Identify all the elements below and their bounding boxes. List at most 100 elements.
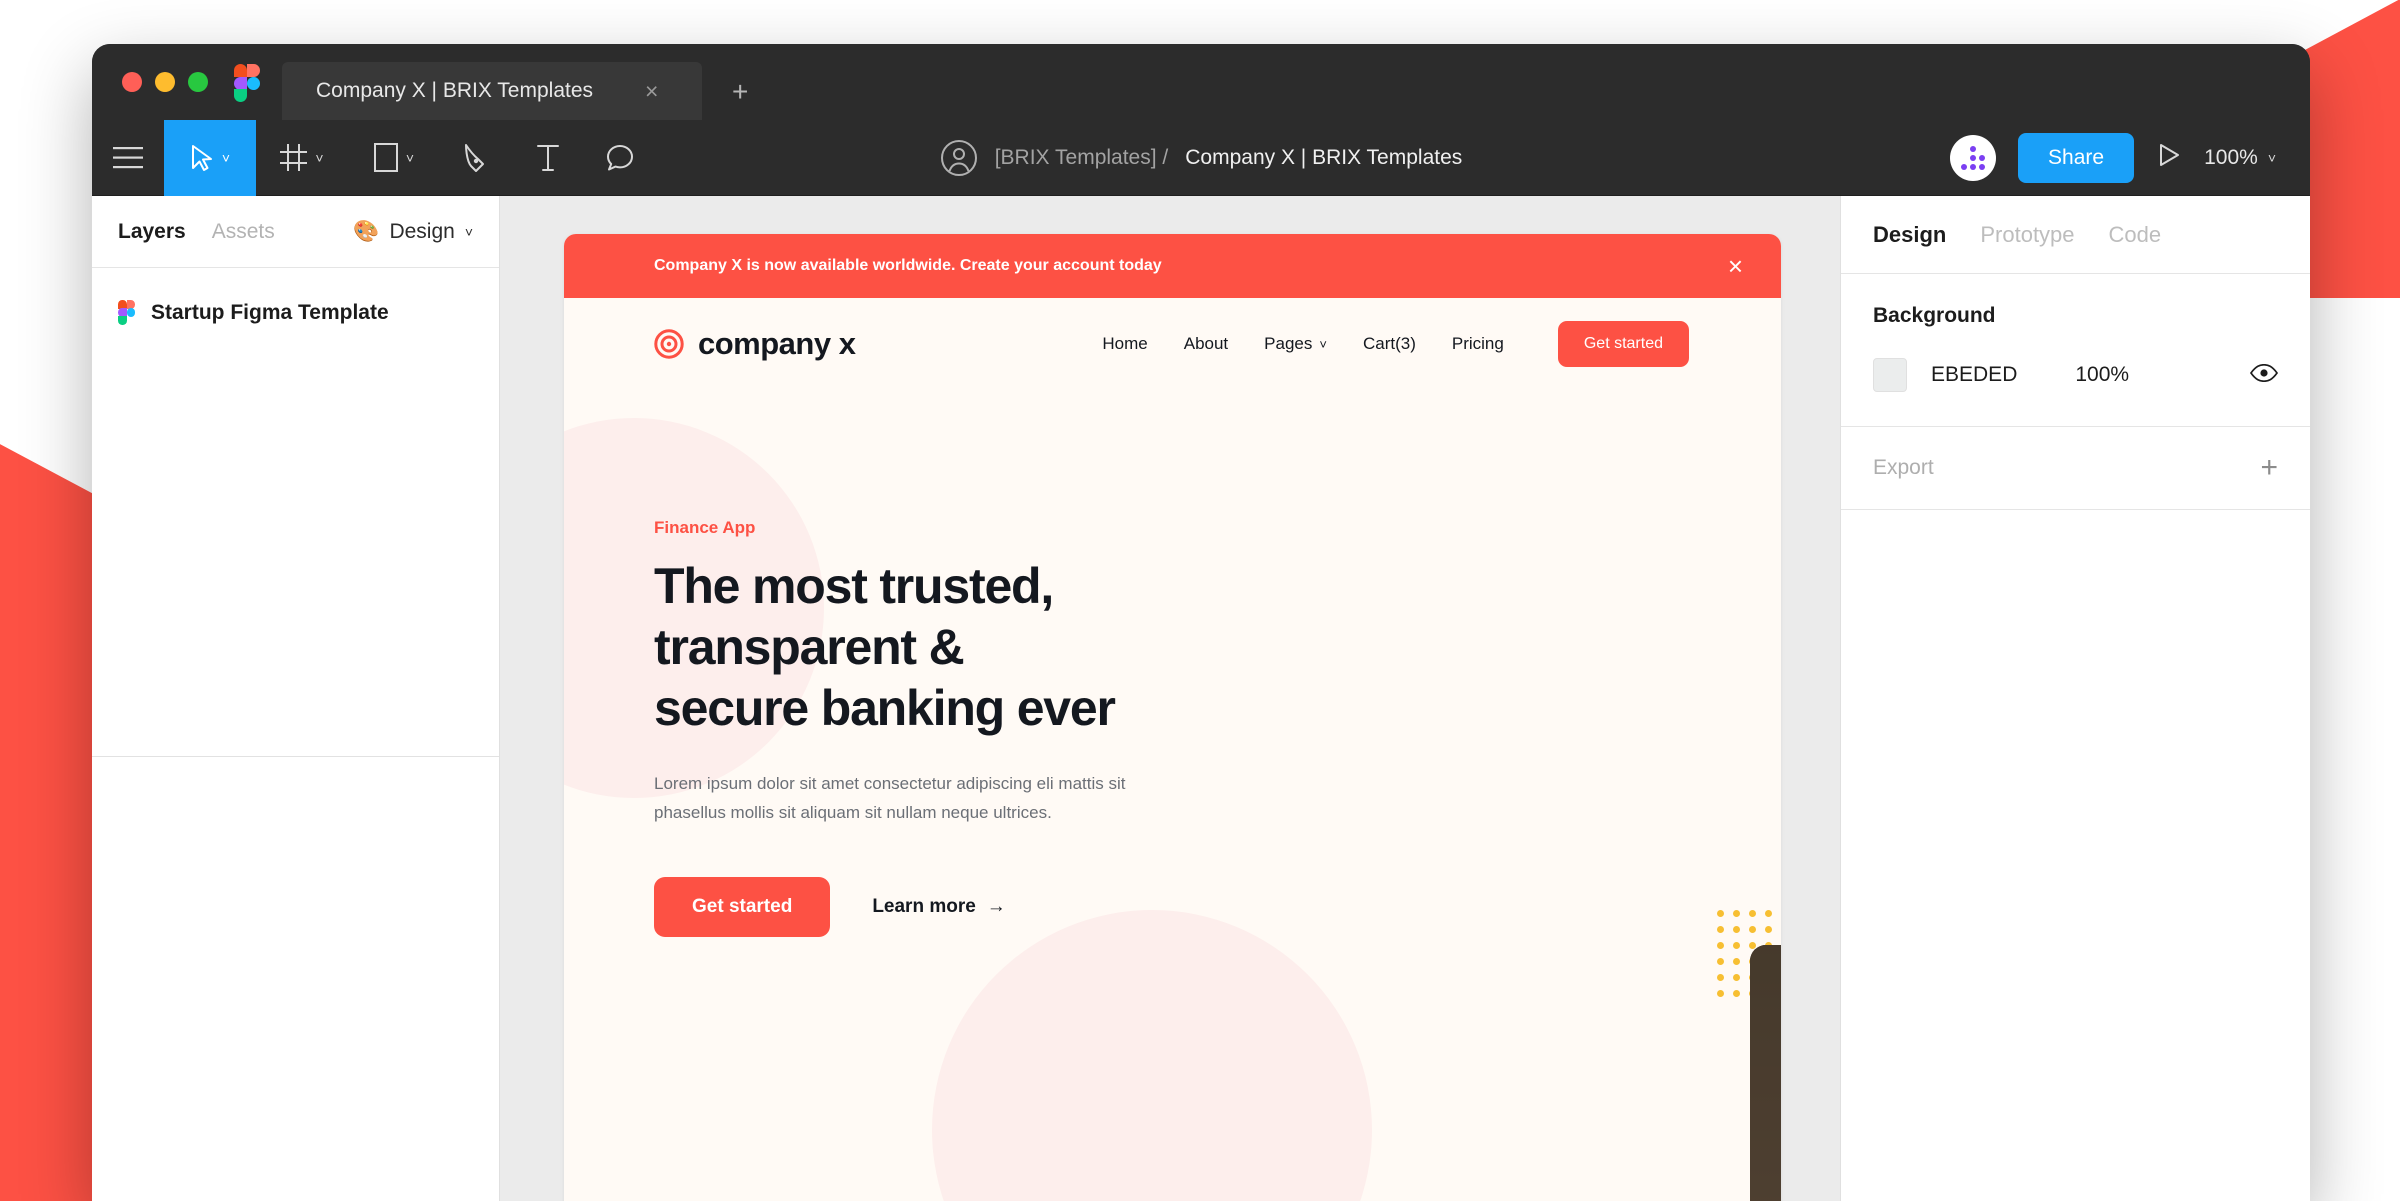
nav-link-pages[interactable]: Pages ˅ xyxy=(1264,334,1327,354)
figma-component-icon xyxy=(118,300,135,325)
text-tool-button[interactable] xyxy=(512,120,584,196)
design-canvas[interactable]: Company X is now available worldwide. Cr… xyxy=(500,196,1840,1201)
headline-line-1: The most trusted, xyxy=(654,558,1054,614)
page-title: The most trusted, transparent & secure b… xyxy=(654,556,1214,739)
arrow-right-icon: → xyxy=(986,896,1006,918)
tab-prototype[interactable]: Prototype xyxy=(1980,222,2074,248)
eye-icon xyxy=(2249,363,2279,382)
headline-line-2: transparent & xyxy=(654,619,965,675)
comment-tool-button[interactable] xyxy=(584,120,656,196)
design-switcher[interactable]: 🎨 Design ˅ xyxy=(353,220,473,244)
share-button[interactable]: Share xyxy=(2018,132,2135,183)
nav-link-home[interactable]: Home xyxy=(1102,334,1147,354)
frame-icon xyxy=(280,144,308,171)
window-traffic-lights xyxy=(92,44,230,120)
color-swatch[interactable] xyxy=(1873,358,1907,392)
main-menu-button[interactable] xyxy=(92,120,164,196)
figma-window: Company X | BRIX Templates × + ˅ ˅ ˅ [BR… xyxy=(92,44,2310,1201)
chevron-down-icon[interactable]: ˅ xyxy=(406,150,414,166)
visibility-toggle[interactable] xyxy=(2249,363,2279,387)
color-opacity-value[interactable]: 100% xyxy=(2075,363,2129,387)
palette-icon: 🎨 xyxy=(353,219,380,243)
hero-actions: Get started Learn more → xyxy=(654,877,1214,938)
text-icon xyxy=(537,144,559,171)
nav-link-label: Pricing xyxy=(1451,334,1504,353)
nav-get-started-button[interactable]: Get started xyxy=(1557,321,1689,367)
nav-link-label: Cart(3) xyxy=(1362,334,1416,353)
chevron-down-icon[interactable]: ˅ xyxy=(315,150,323,166)
artboard: Company X is now available worldwide. Cr… xyxy=(564,234,1781,1201)
left-panel-tabs: Layers Assets 🎨 Design ˅ xyxy=(92,196,499,268)
export-section-title: Export xyxy=(1873,456,1934,479)
right-panel-tabs: Design Prototype Code xyxy=(1841,196,2310,274)
right-panel: Design Prototype Code Background EBEDED … xyxy=(1840,196,2310,1201)
close-icon[interactable]: × xyxy=(1716,253,1755,279)
site-logo[interactable]: company x xyxy=(654,326,856,362)
background-color-row: EBEDED 100% xyxy=(1873,358,2279,392)
browser-tab[interactable]: Company X | BRIX Templates × xyxy=(282,62,702,120)
background-section-title: Background xyxy=(1873,304,1996,327)
nav-link-label: Pages xyxy=(1264,334,1313,353)
chevron-down-icon: ˅ xyxy=(464,223,473,240)
add-export-button[interactable]: + xyxy=(2260,453,2278,483)
toolbar-right-controls: Share 100% ˅ xyxy=(1950,132,2310,183)
hero-eyebrow: Finance App xyxy=(654,518,756,537)
pen-icon xyxy=(465,143,484,172)
layer-name: Startup Figma Template xyxy=(151,300,389,324)
window-close-button[interactable] xyxy=(122,72,142,92)
zoom-level-label: 100% xyxy=(2204,145,2258,169)
nav-link-about[interactable]: About xyxy=(1184,334,1228,354)
present-button[interactable] xyxy=(2156,142,2182,173)
hero-learn-more-link[interactable]: Learn more → xyxy=(872,896,1005,918)
zoom-control[interactable]: 100% ˅ xyxy=(2204,146,2276,170)
rectangle-icon xyxy=(373,143,398,172)
figma-toolbar: ˅ ˅ ˅ [BRIX Templates] / Company X | BRI… xyxy=(92,119,2310,196)
breadcrumb-team[interactable]: [BRIX Templates] / xyxy=(995,146,1169,170)
tab-layers[interactable]: Layers xyxy=(118,220,186,244)
nav-link-label: About xyxy=(1183,334,1229,353)
site-nav-links: Home About Pages ˅ Cart(3) Pricing Get s… xyxy=(1102,321,1689,367)
window-minimize-button[interactable] xyxy=(155,72,175,92)
browser-tab-title: Company X | BRIX Templates xyxy=(316,79,594,102)
play-icon xyxy=(2160,144,2180,166)
nav-link-cart[interactable]: Cart(3) xyxy=(1363,334,1416,354)
list-item[interactable]: Startup Figma Template xyxy=(92,290,499,335)
pen-tool-button[interactable] xyxy=(440,120,512,196)
nav-link-label: Home xyxy=(1102,334,1148,353)
design-switcher-label: Design xyxy=(389,219,455,243)
nav-link-pricing[interactable]: Pricing xyxy=(1452,334,1504,354)
portrait-photo-illustration xyxy=(1750,945,1781,1201)
workspace: Layers Assets 🎨 Design ˅ Startup Figma T… xyxy=(92,196,2310,1201)
figma-logo-icon xyxy=(234,64,260,103)
window-maximize-button[interactable] xyxy=(188,72,208,92)
close-icon[interactable]: × xyxy=(639,76,664,107)
background-section: Background EBEDED 100% xyxy=(1841,274,2310,427)
avatar-dots-icon xyxy=(1961,145,1986,170)
tab-code[interactable]: Code xyxy=(2109,222,2162,248)
move-tool-button[interactable]: ˅ xyxy=(164,119,256,196)
learn-more-label: Learn more xyxy=(872,896,976,918)
hero-photo xyxy=(1750,945,1781,1201)
chevron-down-icon: ˅ xyxy=(2267,149,2276,166)
hero-copy: Finance App The most trusted, transparen… xyxy=(654,518,1214,938)
breadcrumb-file[interactable]: Company X | BRIX Templates xyxy=(1185,146,1462,170)
browser-tab-bar: Company X | BRIX Templates × + xyxy=(92,44,2310,120)
banner-text: Company X is now available worldwide. Cr… xyxy=(654,257,1162,274)
avatar[interactable] xyxy=(1950,134,1997,181)
site-announcement-banner: Company X is now available worldwide. Cr… xyxy=(564,234,1781,298)
decor-pink-circle-lower xyxy=(932,910,1372,1201)
chevron-down-icon: ˅ xyxy=(1319,336,1327,352)
account-avatar-icon[interactable] xyxy=(940,139,978,177)
brand-name: company x xyxy=(698,326,856,361)
headline-line-3: secure banking ever xyxy=(654,680,1116,736)
color-hex-value[interactable]: EBEDED xyxy=(1931,363,2017,387)
hamburger-icon xyxy=(113,146,143,168)
chevron-down-icon[interactable]: ˅ xyxy=(222,150,230,166)
new-tab-icon[interactable]: + xyxy=(702,78,774,120)
tab-assets[interactable]: Assets xyxy=(212,220,275,244)
tab-design[interactable]: Design xyxy=(1873,222,1946,248)
frame-tool-button[interactable]: ˅ xyxy=(256,120,348,196)
shape-tool-button[interactable]: ˅ xyxy=(348,120,440,196)
layers-list: Startup Figma Template xyxy=(92,268,499,756)
hero-get-started-button[interactable]: Get started xyxy=(654,877,831,938)
